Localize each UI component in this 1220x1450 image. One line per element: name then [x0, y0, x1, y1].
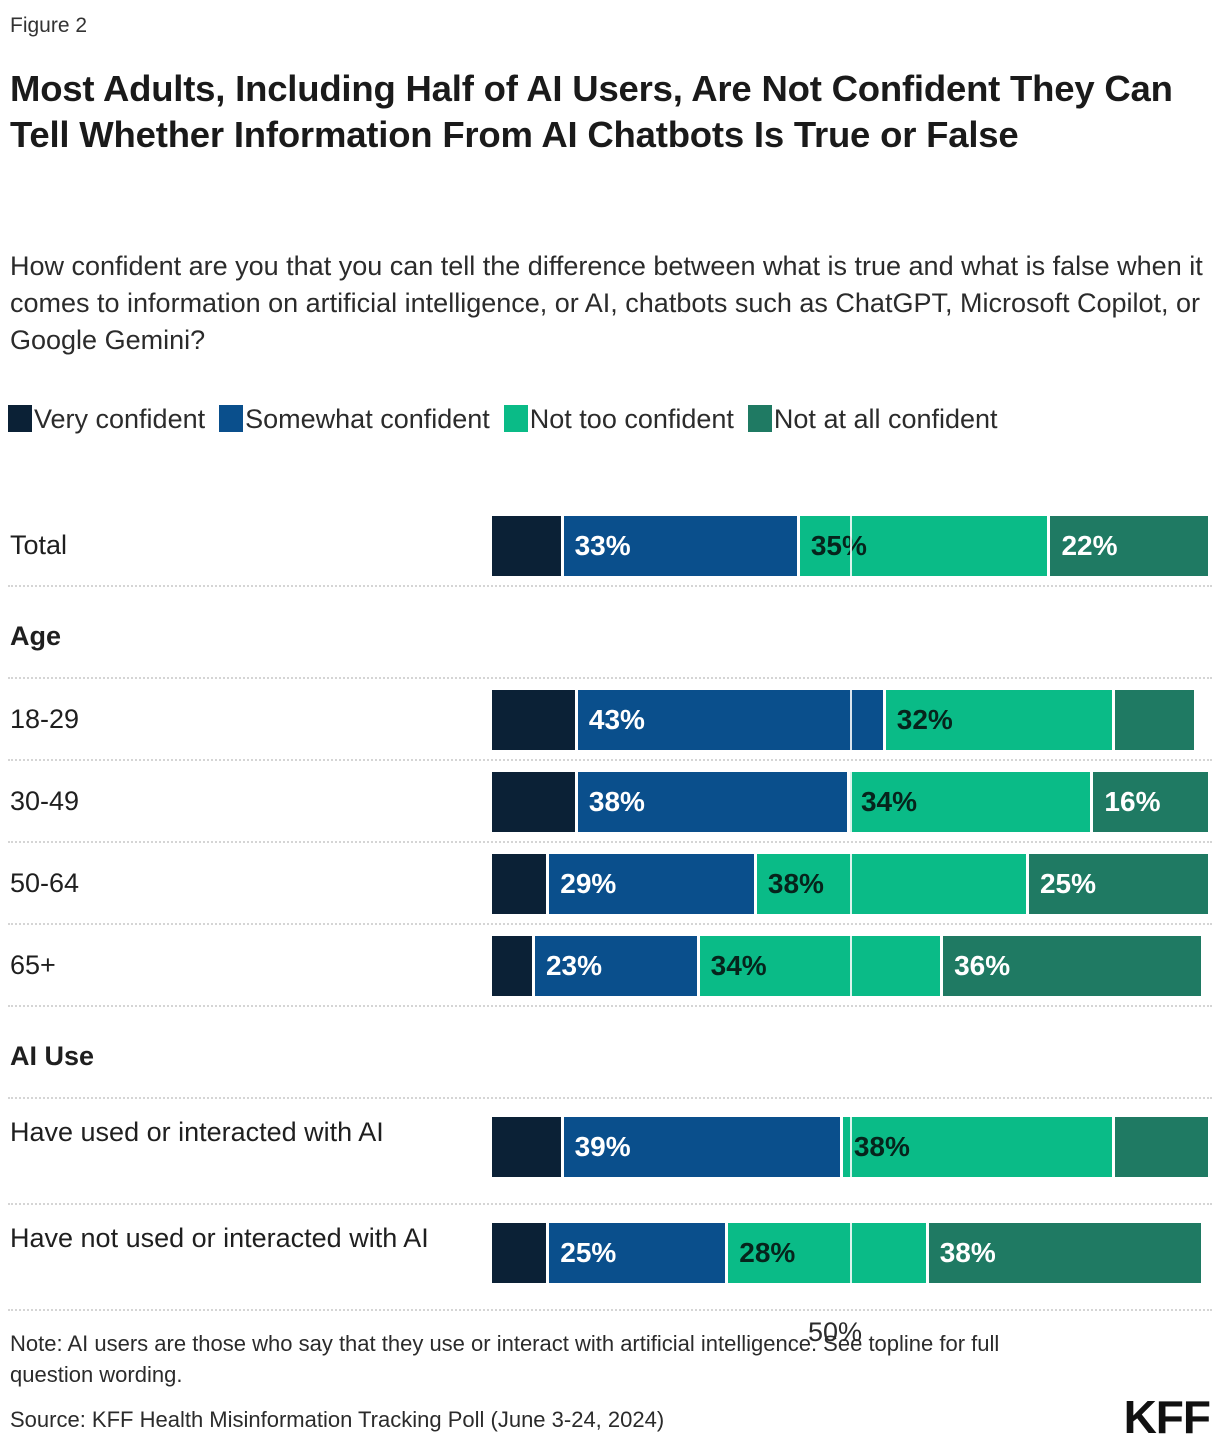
legend-swatch-icon — [8, 405, 32, 432]
bar-segment-1: 25% — [549, 1223, 729, 1283]
bar-segment-value: 34% — [710, 950, 767, 981]
bar-segment-3: 25% — [1028, 854, 1208, 914]
bar-segment-value: 38% — [939, 1237, 996, 1268]
bar-segment-3: 36% — [943, 936, 1201, 996]
bar-segment-0 — [492, 516, 564, 576]
midpoint-gridline — [850, 936, 852, 996]
bar-segment-value: 35% — [810, 530, 867, 561]
bar-segment-value: 25% — [560, 1237, 617, 1268]
bar-segment-value: 39% — [574, 1131, 631, 1162]
group-header-row: AI Use — [0, 1007, 1220, 1099]
bar-row: Have not used or interacted with AI 25% 28… — [0, 1205, 1220, 1311]
bar-segment-value: 28% — [739, 1237, 796, 1268]
legend-item-3: Not at all confident — [747, 404, 998, 434]
figure-number: Figure 2 — [10, 14, 88, 37]
legend-swatch-icon — [219, 405, 244, 432]
midpoint-gridline — [850, 1223, 852, 1283]
row-divider — [8, 1308, 1212, 1311]
midpoint-gridline — [850, 1117, 852, 1177]
midpoint-gridline — [850, 690, 852, 750]
legend-label: Somewhat confident — [245, 404, 490, 434]
bar-segment-value: 38% — [767, 868, 824, 899]
bar-segment-3: 16% — [1093, 772, 1208, 832]
bar-row-label: Have not used or interacted with AI — [10, 1223, 429, 1253]
bar-segment-1: 43% — [577, 690, 886, 750]
bar-row-label: 50-64 — [10, 868, 80, 898]
group-label: Age — [10, 621, 62, 651]
bar-row: 18-29 43% 32% — [0, 679, 1220, 761]
stacked-bar: 43% 32% — [492, 690, 1194, 750]
bar-segment-2: 28% — [728, 1223, 929, 1283]
figure-page: Figure 2 Most Adults, Including Half of … — [0, 0, 1220, 1450]
legend-item-0: Very confident — [8, 404, 205, 434]
bar-segment-3: 38% — [928, 1223, 1201, 1283]
midpoint-gridline — [850, 516, 852, 576]
bar-row-label: 30-49 — [10, 786, 80, 816]
bar-row-label: 18-29 — [10, 704, 80, 734]
bar-segment-value: 43% — [588, 704, 645, 735]
bar-segment-0 — [492, 690, 578, 750]
bar-segment-3 — [1114, 1117, 1208, 1177]
chart-note: Note: AI users are those who say that th… — [10, 1331, 1000, 1388]
bar-segment-value: 38% — [853, 1131, 910, 1162]
bar-segment-2: 38% — [842, 1117, 1115, 1177]
bar-segment-value: 36% — [954, 950, 1011, 981]
bar-row: 30-49 38% 34% 16% — [0, 761, 1220, 843]
bar-segment-0 — [492, 772, 578, 832]
bar-segment-value: 38% — [588, 786, 645, 817]
bar-row-label: Have used or interacted with AI — [10, 1117, 384, 1147]
legend-swatch-icon — [747, 405, 772, 432]
bar-segment-0 — [492, 1223, 550, 1283]
chart-title: Most Adults, Including Half of AI Users,… — [10, 68, 1173, 155]
bar-segment-value: 16% — [1104, 786, 1161, 817]
bar-segment-3 — [1114, 690, 1194, 750]
bar-segment-value: 33% — [574, 530, 631, 561]
bar-segment-value: 25% — [1039, 868, 1097, 899]
legend-swatch-icon — [503, 405, 528, 432]
bar-segment-0 — [492, 936, 535, 996]
bar-segment-value: 22% — [1061, 530, 1118, 561]
bar-segment-1: 39% — [563, 1117, 843, 1177]
group-label: AI Use — [10, 1041, 95, 1071]
stacked-bar: 23% 34% 36% — [492, 936, 1201, 996]
bar-segment-3: 22% — [1050, 516, 1208, 576]
chart-legend: Very confident Somewhat confident Not too … — [8, 400, 1208, 439]
bar-segment-2: 32% — [885, 690, 1115, 750]
bar-segment-2: 34% — [699, 936, 944, 996]
legend-label: Very confident — [34, 404, 206, 434]
bar-segment-1: 33% — [563, 516, 800, 576]
bar-segment-1: 38% — [577, 772, 850, 832]
bar-segment-2: 35% — [799, 516, 1051, 576]
chart-source: Source: KFF Health Misinformation Tracki… — [10, 1407, 665, 1432]
bar-row: 50-64 29% 38% 25% — [0, 843, 1220, 925]
bar-row: Have used or interacted with AI 39% 38% — [0, 1099, 1220, 1205]
bar-row: 65+ 23% 34% 36% — [0, 925, 1220, 1007]
chart-plot-area: Total 33% 35% 22% Age 18-29 43% 32% 30-49 38% 34% 1… — [0, 505, 1220, 1347]
bar-segment-value: 32% — [896, 704, 953, 735]
kff-logo: KFF — [1123, 1391, 1211, 1443]
bar-segment-0 — [492, 1117, 564, 1177]
bar-row-label: Total — [10, 530, 68, 560]
bar-segment-value: 34% — [860, 786, 918, 817]
legend-item-2: Not too confident — [503, 404, 734, 434]
legend-item-1: Somewhat confident — [219, 404, 490, 434]
bar-segment-2: 34% — [849, 772, 1094, 832]
chart-subtitle: How confident are you that you can tell … — [10, 251, 1203, 355]
midpoint-gridline — [850, 854, 852, 914]
bar-segment-1: 23% — [534, 936, 700, 996]
midpoint-gridline — [850, 772, 852, 832]
bar-segment-2: 38% — [756, 854, 1029, 914]
bar-row: Total 33% 35% 22% — [0, 505, 1220, 587]
group-header-row: Age — [0, 587, 1220, 679]
bar-row-label: 65+ — [10, 950, 56, 980]
bar-segment-value: 23% — [545, 950, 602, 981]
bar-segment-1: 29% — [549, 854, 757, 914]
legend-label: Not too confident — [529, 404, 734, 434]
legend-label: Not at all confident — [773, 404, 998, 434]
bar-segment-value: 29% — [560, 868, 617, 899]
bar-segment-0 — [492, 854, 550, 914]
stacked-bar: 25% 28% 38% — [492, 1223, 1201, 1283]
